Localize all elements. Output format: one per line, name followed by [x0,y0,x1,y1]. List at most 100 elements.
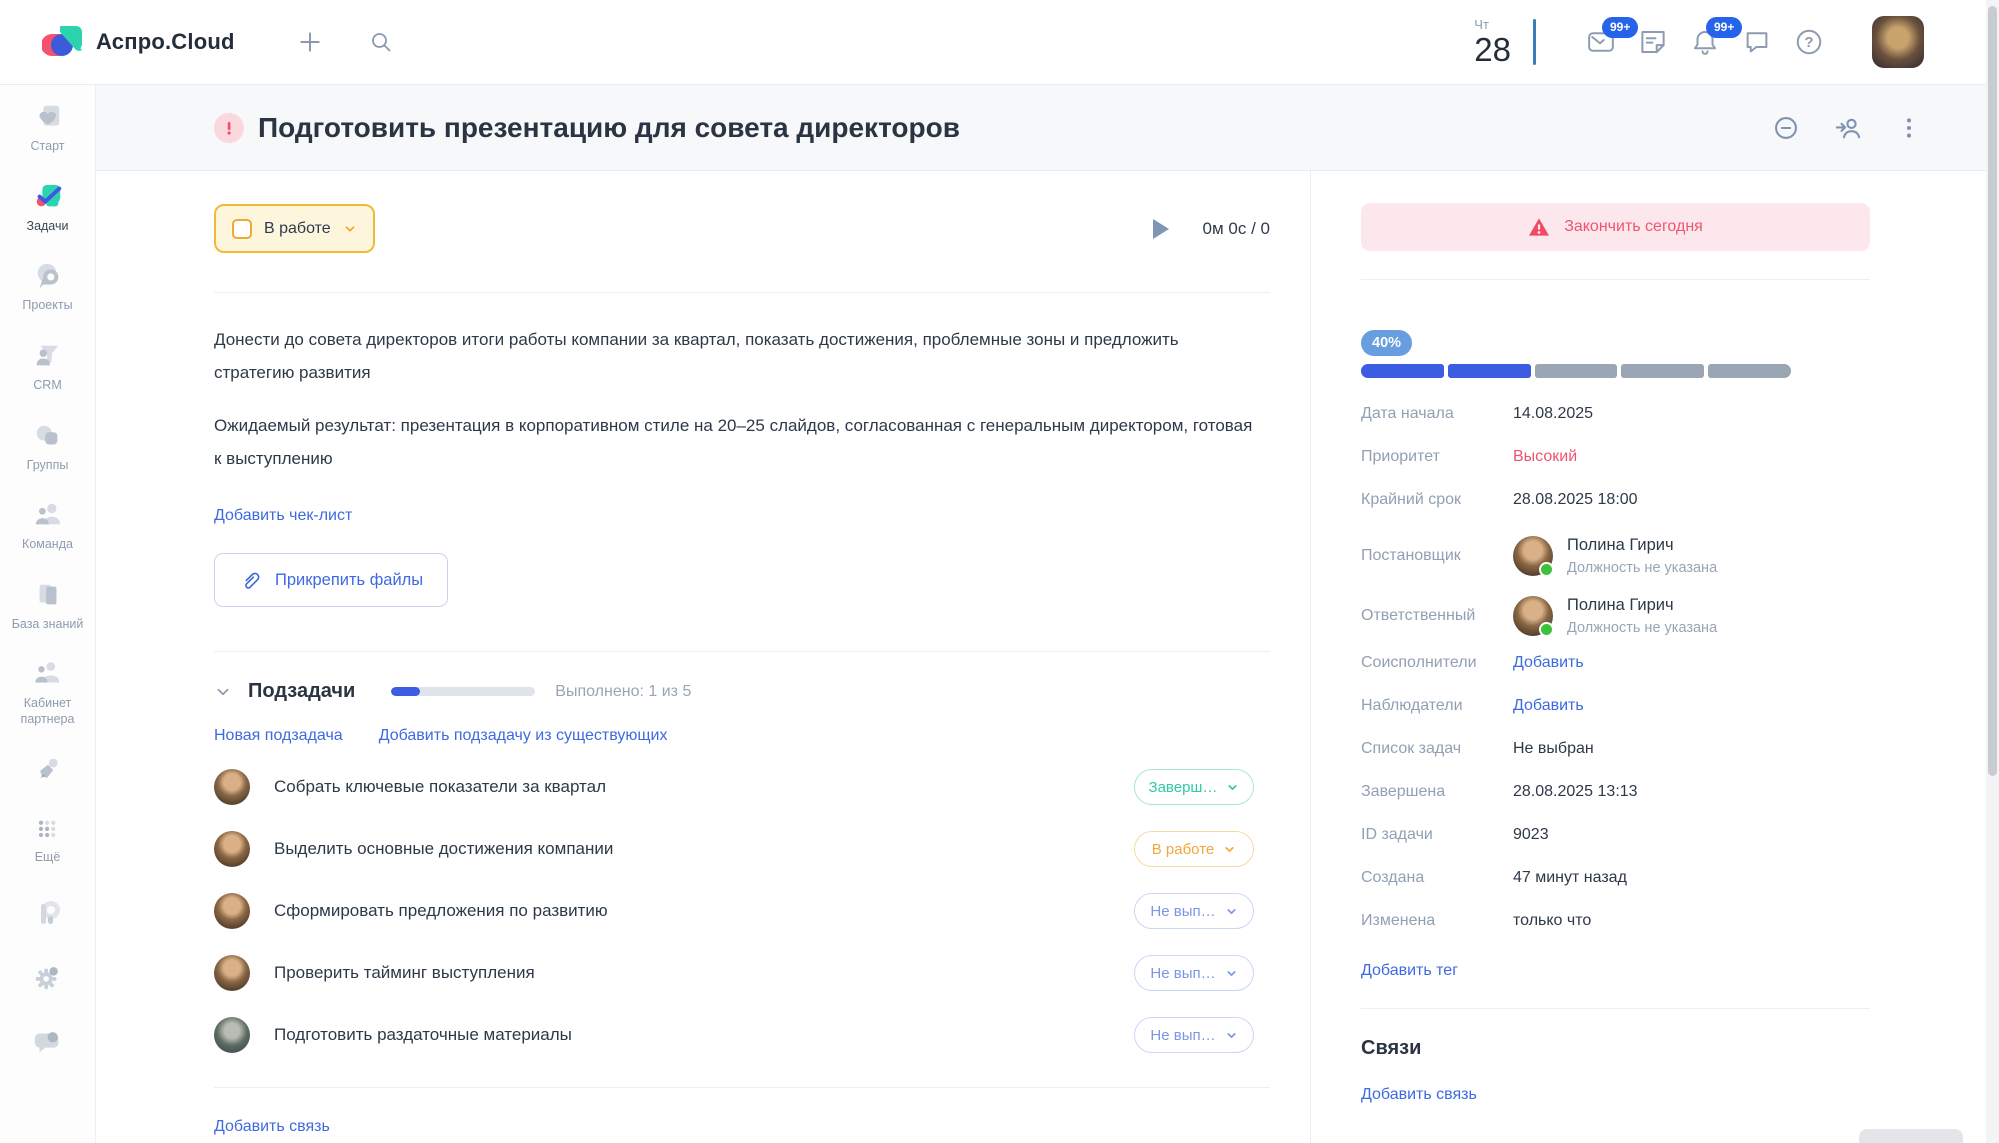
subtask-title[interactable]: Сформировать предложения по развитию [274,901,608,921]
subtask-row[interactable]: Подготовить раздаточные материалы Не вып… [214,1015,1270,1055]
timer-play-button[interactable] [1153,219,1169,239]
relations-title: Связи [1361,1037,1870,1060]
attach-files-button[interactable]: Прикрепить файлы [214,553,448,607]
corner-widget[interactable] [1859,1129,1963,1143]
sidebar-item-knowledge-base[interactable]: База знаний [2,579,94,633]
topbar: Аспро.Cloud Чт 28 99+ [0,0,1999,85]
page-scrollbar[interactable] [1986,0,1999,1143]
create-button[interactable] [297,29,323,55]
sidebar-item-groups[interactable]: Группы [2,420,94,474]
sidebar-item-partner-logo[interactable] [2,897,94,929]
add-checklist-link[interactable]: Добавить чек-лист [214,507,352,525]
deadline-banner-label: Закончить сегодня [1564,218,1703,236]
chevron-down-icon [1225,1029,1238,1042]
assignee-avatar [214,1017,250,1053]
page-title: Подготовить презентацию для совета дирек… [258,112,960,144]
add-existing-subtask-link[interactable]: Добавить подзадачу из существующих [379,727,668,745]
subtasks-progress-bar [391,687,535,696]
subtask-row[interactable]: Сформировать предложения по развитию Не … [214,891,1270,931]
subtask-title[interactable]: Подготовить раздаточные материалы [274,1025,572,1045]
sidebar-item-projects[interactable]: Проекты [2,260,94,314]
subtask-title[interactable]: Проверить тайминг выступления [274,963,535,983]
sidebar-item-more[interactable]: Ещё [2,812,94,866]
new-subtask-link[interactable]: Новая подзадача [214,727,343,745]
sidebar-item-team[interactable]: Команда [2,499,94,553]
warning-icon [1528,217,1550,237]
user-avatar[interactable] [1872,16,1924,68]
subtask-title[interactable]: Выделить основные достижения компании [274,839,613,859]
assignee-avatar[interactable] [1513,596,1553,636]
field-task-id: ID задачи 9023 [1361,825,1870,845]
add-tag-link[interactable]: Добавить тег [1361,962,1458,980]
task-status-dropdown[interactable]: В работе [214,204,375,253]
sidebar-item-partner-cabinet[interactable]: Кабинет партнера [2,658,94,727]
field-value[interactable]: Не выбран [1513,740,1594,758]
sidebar-item-rocket[interactable] [2,754,94,786]
sidebar-item-support-chat[interactable] [2,1025,94,1057]
progress-segment-bar [1361,364,1791,378]
link-icon [1772,114,1800,142]
progress-segment [1448,364,1531,378]
chevron-down-icon [1225,967,1238,980]
progress-percent-badge: 40% [1361,330,1412,356]
field-created: Создана 47 минут назад [1361,868,1870,888]
subtask-title[interactable]: Собрать ключевые показатели за квартал [274,777,606,797]
notes-button[interactable] [1638,27,1668,57]
subtask-row[interactable]: Собрать ключевые показатели за квартал З… [214,767,1270,807]
collapse-subtasks-button[interactable] [214,683,232,701]
field-value[interactable]: 14.08.2025 [1513,405,1593,423]
scrollbar-thumb[interactable] [1988,6,1997,776]
field-value: 28.08.2025 13:13 [1513,783,1638,801]
task-header-actions [1772,114,1922,142]
rocket-icon [32,754,64,786]
field-start-date: Дата начала 14.08.2025 [1361,404,1870,424]
assignee-name[interactable]: Полина Гирич [1567,595,1717,616]
subtask-row[interactable]: Выделить основные достижения компании В … [214,829,1270,869]
field-value: 9023 [1513,826,1549,844]
delegate-button[interactable] [1834,114,1862,142]
subtask-status-dropdown[interactable]: Не вып… [1134,955,1254,991]
subtask-status-dropdown[interactable]: Не вып… [1134,893,1254,929]
more-menu-button[interactable] [1896,115,1922,141]
sidebar-item-crm[interactable]: CRM [2,340,94,394]
author-name[interactable]: Полина Гирич [1567,535,1717,556]
field-value[interactable]: Высокий [1513,448,1577,466]
assignee-avatar [214,893,250,929]
search-button[interactable] [369,30,393,54]
groups-icon [32,420,64,452]
sidebar-item-start[interactable]: Старт [2,101,94,155]
add-relation-link[interactable]: Добавить связь [1361,1086,1477,1104]
subtasks-title: Подзадачи [248,680,355,703]
app-logo[interactable]: Аспро.Cloud [42,22,235,62]
sidebar-item-tasks[interactable]: Задачи [2,181,94,235]
gear-icon [32,961,64,993]
chevron-down-icon [343,222,357,236]
subtask-status-dropdown[interactable]: Заверш… [1134,769,1254,805]
assignee-avatar [214,955,250,991]
share-person-icon [1834,114,1862,142]
paperclip-icon [239,569,261,591]
sidebar-item-settings[interactable] [2,961,94,993]
field-modified: Изменена только что [1361,911,1870,931]
add-relation-link[interactable]: Добавить связь [214,1118,330,1136]
help-button-wrap: ? [1794,27,1824,57]
help-glyph: ? [1794,27,1824,57]
calendar-date[interactable]: Чт 28 [1474,18,1511,66]
field-value: 47 минут назад [1513,869,1627,887]
projects-icon [32,260,64,292]
add-watcher-link[interactable]: Добавить [1513,697,1584,715]
author-avatar[interactable] [1513,536,1553,576]
calendar-day: 28 [1474,33,1511,66]
team-icon [32,499,64,531]
divider [214,651,1270,652]
add-coworker-link[interactable]: Добавить [1513,654,1584,672]
subtask-status-dropdown[interactable]: В работе [1134,831,1254,867]
copy-link-button[interactable] [1772,114,1800,142]
subtask-row[interactable]: Проверить тайминг выступления Не вып… [214,953,1270,993]
subtask-status-dropdown[interactable]: Не вып… [1134,1017,1254,1053]
chat-button[interactable] [1742,27,1772,57]
inbox-button-wrap: 99+ [1586,27,1616,57]
help-button[interactable]: ? [1794,27,1824,57]
field-value[interactable]: 28.08.2025 18:00 [1513,491,1638,509]
note-icon [1638,27,1668,57]
